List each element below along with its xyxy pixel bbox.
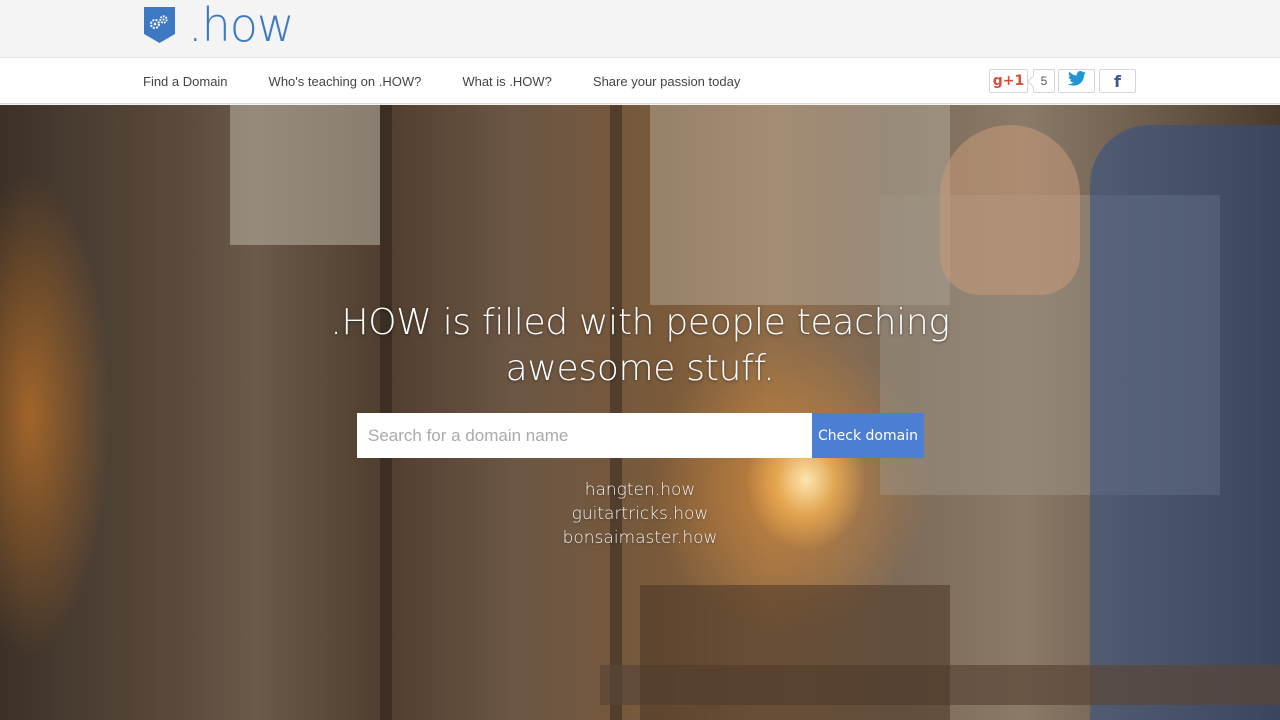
example-domain-link[interactable]: hangten.how	[500, 478, 780, 502]
hero-background-panel	[230, 105, 380, 245]
nav-whos-teaching[interactable]: Who's teaching on .HOW?	[269, 74, 422, 89]
domain-search-form: Check domain	[357, 413, 924, 458]
facebook-button[interactable]: f	[1099, 69, 1136, 93]
example-domain-link[interactable]: bonsaimaster.how	[500, 526, 780, 550]
social-share-bar: g+1 5 f	[989, 69, 1136, 93]
hero-background-panel	[940, 125, 1080, 295]
hero-background-panel	[1090, 125, 1280, 720]
twitter-bird-icon	[1067, 71, 1086, 91]
google-plus-count: 5	[1033, 69, 1055, 93]
logo-text: .how	[188, 0, 295, 52]
site-logo[interactable]: .how	[144, 0, 295, 52]
example-domains: hangten.how guitartricks.how bonsaimaste…	[500, 478, 780, 550]
nav-what-is-how[interactable]: What is .HOW?	[462, 74, 552, 89]
domain-search-input[interactable]	[357, 413, 812, 458]
hero-background-panel	[640, 585, 950, 720]
gears-badge-icon	[144, 7, 175, 45]
hero-title: .HOW is filled with people teaching awes…	[330, 302, 950, 389]
hero-section: .HOW is filled with people teaching awes…	[0, 105, 1280, 720]
example-domain-link[interactable]: guitartricks.how	[500, 502, 780, 526]
google-plus-button[interactable]: g+1	[989, 69, 1028, 93]
check-domain-button[interactable]: Check domain	[812, 413, 924, 458]
nav-find-domain[interactable]: Find a Domain	[143, 74, 228, 89]
top-header: .how	[0, 0, 1280, 58]
nav-share-passion[interactable]: Share your passion today	[593, 74, 740, 89]
twitter-button[interactable]	[1058, 69, 1095, 93]
